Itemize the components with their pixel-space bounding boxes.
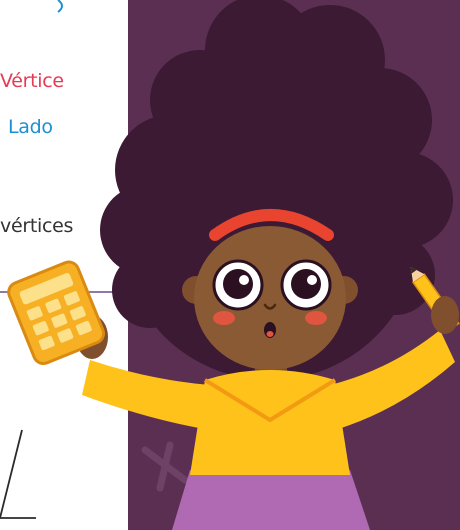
left-cheek <box>213 311 235 325</box>
tongue <box>266 331 274 337</box>
skirt <box>172 470 370 530</box>
right-hand <box>431 296 459 334</box>
right-cheek <box>305 311 327 325</box>
cross-mark-icon <box>141 441 189 492</box>
girl-illustration <box>0 0 460 530</box>
